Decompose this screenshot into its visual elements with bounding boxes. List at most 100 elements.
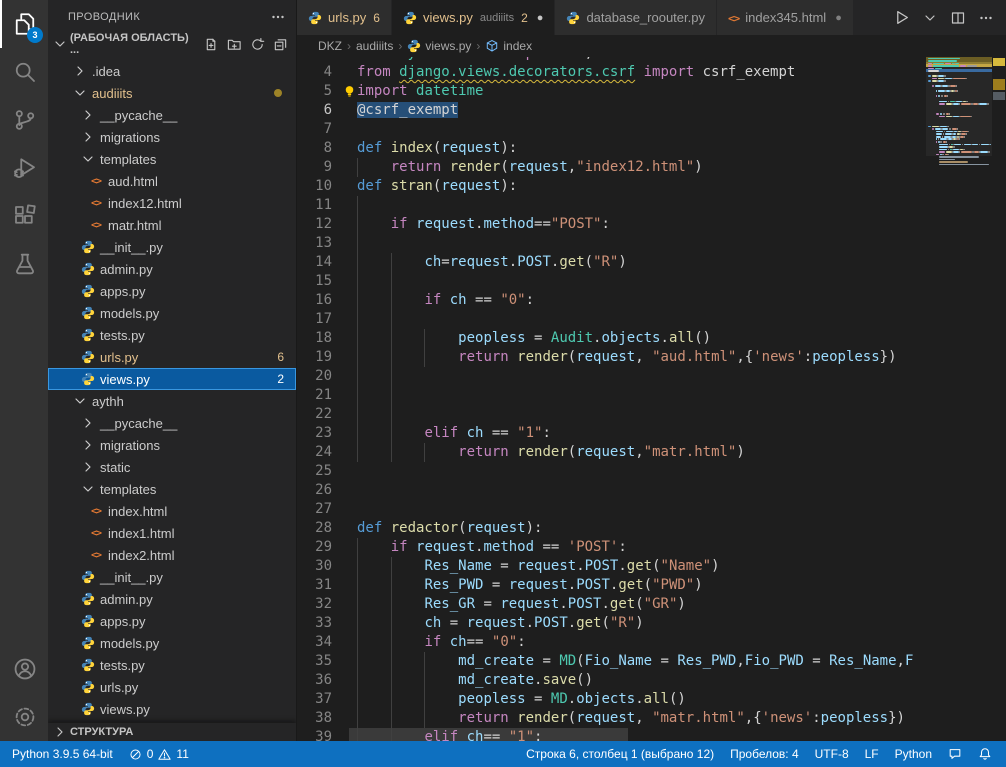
code-token: "POST": [551, 216, 602, 232]
run-icon[interactable]: [893, 9, 910, 26]
tree-file-tests-py[interactable]: tests.py: [48, 654, 296, 676]
chevron-right-icon: [72, 63, 88, 79]
tree-file-models-py[interactable]: models.py: [48, 302, 296, 324]
status-cursor-position[interactable]: Строка 6, столбец 1 (выбрано 12): [526, 747, 714, 761]
code-token: (: [568, 710, 576, 726]
status-notifications[interactable]: [978, 747, 992, 761]
status-eol[interactable]: LF: [865, 747, 879, 761]
tree-folder-templates[interactable]: templates: [48, 478, 296, 500]
code-token: [357, 672, 458, 688]
activity-item-extensions[interactable]: [0, 192, 48, 240]
more-actions-icon[interactable]: [270, 9, 286, 25]
tree-file-index12-html[interactable]: <>index12.html: [48, 192, 296, 214]
tree-folder-aythh[interactable]: aythh: [48, 390, 296, 412]
new-folder-icon[interactable]: [227, 37, 242, 52]
tree-file-index1-html[interactable]: <>index1.html: [48, 522, 296, 544]
line-number: 19: [297, 348, 332, 367]
tree-folder-migrations[interactable]: migrations: [48, 434, 296, 456]
more-icon[interactable]: [978, 10, 994, 26]
tree-file-models-py[interactable]: models.py: [48, 632, 296, 654]
tree-file-apps-py[interactable]: apps.py: [48, 280, 296, 302]
tree-file-views-py[interactable]: views.py: [48, 698, 296, 720]
tree-folder-templates[interactable]: templates: [48, 148, 296, 170]
tree-folder-audiiits[interactable]: audiiits: [48, 82, 296, 104]
tab-urls-py[interactable]: urls.py6: [297, 0, 392, 35]
tree-file---init---py[interactable]: __init__.py: [48, 566, 296, 588]
code-token: "index12.html": [576, 159, 694, 175]
tree-file-matr-html[interactable]: <>matr.html: [48, 214, 296, 236]
code-line-29: 29 if request.method == 'POST':: [297, 538, 926, 557]
code-line-38: 38 return render(request, "matr.html",{'…: [297, 709, 926, 728]
workspace-section-header[interactable]: (РАБОЧАЯ ОБЛАСТЬ) ...: [48, 33, 296, 55]
refresh-icon[interactable]: [250, 37, 265, 52]
activity-item-testing[interactable]: [0, 240, 48, 288]
python-file-icon: [80, 679, 96, 695]
code-editor[interactable]: 3from aythh.models import MD,Audit4from …: [297, 57, 926, 741]
tree-folder---pycache--[interactable]: __pycache__: [48, 412, 296, 434]
tab-modified-dot[interactable]: ●: [835, 12, 842, 24]
minimap-line: [967, 65, 977, 67]
tab-index345-html[interactable]: <>index345.html●: [717, 0, 854, 35]
code-line-21: 21: [297, 386, 926, 405]
tree-item-label: tests.py: [100, 328, 145, 343]
tree-file-index-html[interactable]: <>index.html: [48, 500, 296, 522]
new-file-icon[interactable]: [204, 37, 219, 52]
activity-item-explorer[interactable]: 3: [0, 0, 48, 48]
status-problems[interactable]: 011: [129, 747, 189, 761]
tab-database-roouter-py[interactable]: database_roouter.py: [555, 0, 717, 35]
status-python-version[interactable]: Python 3.9.5 64-bit: [12, 747, 113, 761]
code-line-30: 30 Res_Name = request.POST.get("Name"): [297, 557, 926, 576]
tree-file-urls-py[interactable]: urls.py6: [48, 346, 296, 368]
activity-item-run-debug[interactable]: [0, 144, 48, 192]
tree-file-admin-py[interactable]: admin.py: [48, 258, 296, 280]
status-feedback[interactable]: [948, 747, 962, 761]
status-label: Python 3.9.5 64-bit: [12, 747, 113, 761]
activity-item-settings[interactable]: [0, 693, 48, 741]
structure-section-header[interactable]: СТРУКТУРА: [48, 723, 296, 741]
tree-file-aud-html[interactable]: <>aud.html: [48, 170, 296, 192]
tree-file-urls-py[interactable]: urls.py: [48, 676, 296, 698]
activity-item-source-control[interactable]: [0, 96, 48, 144]
status-language[interactable]: Python: [895, 747, 932, 761]
code-token: "R": [610, 615, 635, 631]
status-indentation[interactable]: Пробелов: 4: [730, 747, 799, 761]
indent-guide: [357, 196, 358, 215]
code-line-33: 33 ch = request.POST.get("R"): [297, 614, 926, 633]
tree-folder-static[interactable]: static: [48, 456, 296, 478]
breadcrumb-item-views-py[interactable]: views.py: [407, 39, 471, 53]
collapse-all-icon[interactable]: [273, 37, 288, 52]
tree-file-index2-html[interactable]: <>index2.html: [48, 544, 296, 566]
tree-file-tests-py[interactable]: tests.py: [48, 324, 296, 346]
editor-scrollbar[interactable]: [992, 57, 1006, 741]
tree-file-apps-py[interactable]: apps.py: [48, 610, 296, 632]
tree-folder--idea[interactable]: .idea: [48, 60, 296, 82]
minimap-line: [935, 68, 943, 70]
split-editor-icon[interactable]: [950, 10, 966, 26]
chevron-down-icon[interactable]: [922, 10, 938, 26]
breadcrumb-item-audiiits[interactable]: audiiits: [356, 39, 393, 53]
chevron-right-icon: [80, 459, 96, 475]
minimap[interactable]: [926, 57, 992, 741]
tree-folder-migrations[interactable]: migrations: [48, 126, 296, 148]
python-file-icon: [80, 327, 96, 343]
status-encoding[interactable]: UTF-8: [815, 747, 849, 761]
tree-file---init---py[interactable]: __init__.py: [48, 236, 296, 258]
code-token: MD: [551, 691, 568, 707]
tree-folder---pycache--[interactable]: __pycache__: [48, 104, 296, 126]
tab-modified-dot[interactable]: ●: [537, 12, 544, 24]
extensions-icon: [13, 204, 37, 228]
tree-file-views-py[interactable]: views.py2: [48, 368, 296, 390]
breadcrumb-item-index[interactable]: index: [485, 39, 532, 53]
activity-item-account[interactable]: [0, 645, 48, 693]
code-token: (: [458, 520, 466, 536]
minimap-line: [946, 141, 947, 143]
code-token: MD: [568, 57, 585, 61]
code-line-34: 34 if ch== "0":: [297, 633, 926, 652]
tree-file-admin-py[interactable]: admin.py: [48, 588, 296, 610]
code-region: 3from aythh.models import MD,Audit4from …: [297, 57, 1006, 741]
tab-views-py[interactable]: views.pyaudiiits2●: [392, 0, 555, 35]
code-token: def: [357, 178, 391, 194]
activity-item-search[interactable]: [0, 48, 48, 96]
breadcrumb-item-DKZ[interactable]: DKZ: [318, 39, 342, 53]
code-token: request: [576, 349, 635, 365]
